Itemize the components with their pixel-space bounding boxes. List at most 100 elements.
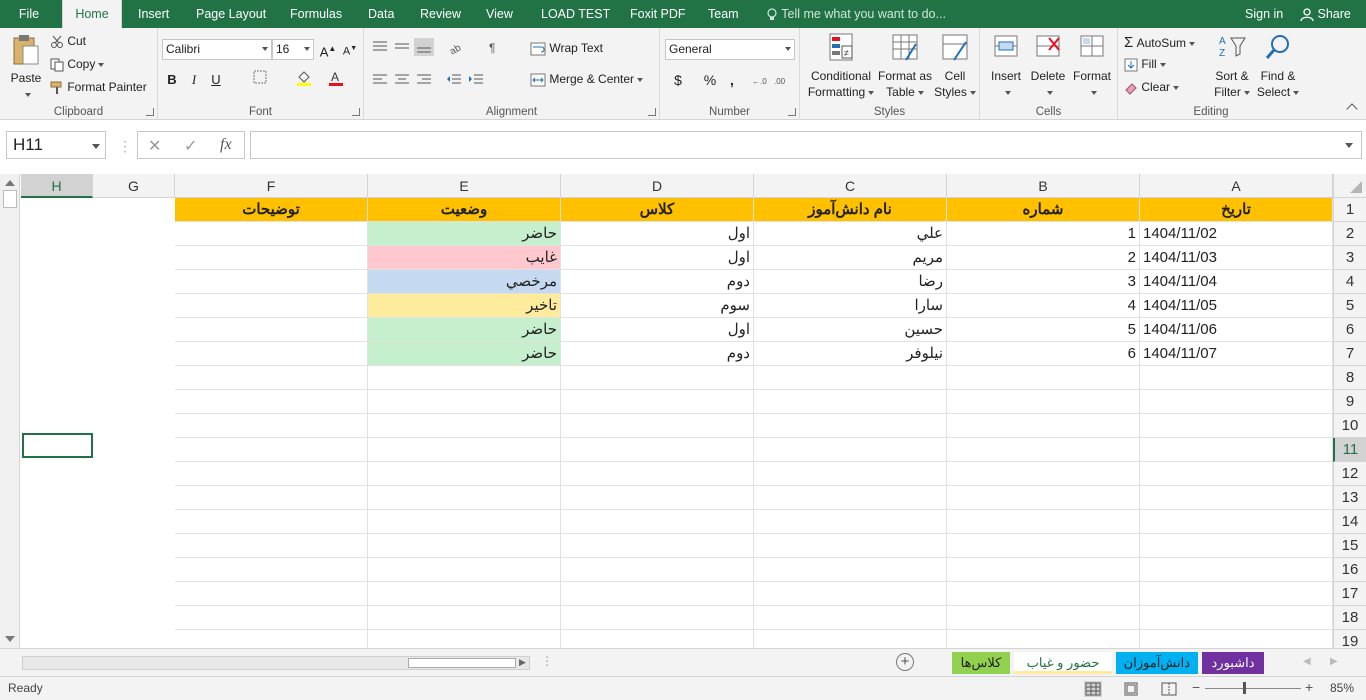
column-header-b[interactable]: B [947,174,1140,198]
decrease-decimal-icon[interactable]: .00 [774,74,792,86]
cancel-icon[interactable]: ✕ [148,136,161,156]
copy-button[interactable]: Copy [50,57,105,72]
scroll-down-icon[interactable] [5,636,15,642]
row-header[interactable]: 2 [1333,222,1366,246]
sheet-tab-dashboard[interactable]: داشبورد [1202,652,1264,674]
tab-foxit-pdf[interactable]: Foxit PDF [630,0,686,28]
increase-indent-icon[interactable] [468,73,484,87]
borders-button[interactable] [250,70,270,90]
row-header[interactable]: 12 [1333,462,1366,486]
tab-page-layout[interactable]: Page Layout [196,0,266,28]
font-size-combo[interactable]: 16 [272,39,314,60]
header-cell-notes[interactable]: توضیحات [175,198,368,222]
find-select-button[interactable]: Find & Select [1256,32,1300,100]
date-cell[interactable]: 1404/11/06 [1140,318,1333,342]
class-cell[interactable]: اول [561,222,754,246]
add-sheet-icon[interactable]: + [896,653,914,671]
font-launcher-icon[interactable] [352,108,360,116]
class-cell[interactable]: دوم [561,342,754,366]
status-cell[interactable]: حاضر [368,318,561,342]
column-header-g[interactable]: G [93,174,175,198]
increase-decimal-icon[interactable]: ←.0 [752,74,770,86]
class-cell[interactable]: اول [561,246,754,270]
merge-center-button[interactable]: Merge & Center [530,72,644,87]
date-cell[interactable]: 1404/11/02 [1140,222,1333,246]
zoom-in-icon[interactable]: + [1305,679,1313,695]
tab-file[interactable]: File [0,0,58,28]
date-cell[interactable]: 1404/11/07 [1140,342,1333,366]
sheet-tab-classes[interactable]: کلاس‌ها [952,652,1010,674]
date-cell[interactable]: 1404/11/05 [1140,294,1333,318]
align-center-icon[interactable] [394,73,410,87]
row-header[interactable]: 9 [1333,390,1366,414]
align-left-icon[interactable] [372,73,388,87]
orientation-icon[interactable]: ab [448,40,468,54]
column-header-h[interactable]: H [21,174,93,198]
row-header[interactable]: 17 [1333,582,1366,606]
row-header[interactable]: 16 [1333,558,1366,582]
tell-me-search[interactable]: Tell me what you want to do... [766,0,946,29]
expand-formula-icon[interactable] [1345,143,1353,148]
date-cell[interactable]: 1404/11/04 [1140,270,1333,294]
row-header[interactable]: 18 [1333,606,1366,630]
font-name-combo[interactable]: Calibri [162,39,272,60]
percent-button[interactable]: % [700,70,720,90]
row-header[interactable]: 8 [1333,366,1366,390]
row-header[interactable]: 6 [1333,318,1366,342]
page-break-view-icon[interactable] [1160,681,1178,697]
grow-font-button[interactable]: A▲ [318,39,338,59]
class-cell[interactable]: اول [561,318,754,342]
prev-sheet-icon[interactable]: ◀ [1303,656,1311,667]
format-as-table-button[interactable]: Format as Table [876,32,934,100]
name-cell[interactable]: حسين [754,318,947,342]
header-cell-date[interactable]: تاریخ [1140,198,1333,222]
zoom-slider-thumb[interactable] [1243,682,1246,694]
name-cell[interactable]: نيلوفر [754,342,947,366]
sort-filter-button[interactable]: AZ Sort & Filter [1210,32,1254,100]
align-right-icon[interactable] [416,73,432,87]
row-header[interactable]: 14 [1333,510,1366,534]
tab-insert[interactable]: Insert [138,0,169,28]
number-cell[interactable]: 1 [947,222,1140,246]
formula-bar-splitter-icon[interactable]: ⋮ [118,138,132,155]
sheet-tab-attendance[interactable]: حضور و غیاب [1014,652,1112,674]
tab-review[interactable]: Review [420,0,461,28]
delete-cells-button[interactable]: Delete [1028,32,1068,100]
row-header[interactable]: 5 [1333,294,1366,318]
format-cells-button[interactable]: Format [1070,32,1114,100]
header-cell-number[interactable]: شماره [947,198,1140,222]
tab-splitter-icon[interactable]: ⋮ [541,654,553,668]
share-button[interactable]: Share [1300,0,1351,29]
cut-button[interactable]: Cut [50,34,86,49]
tab-load-test[interactable]: LOAD TEST [541,0,610,28]
tab-view[interactable]: View [486,0,513,28]
align-middle-icon[interactable] [394,40,410,54]
row-header[interactable]: 1 [1333,198,1366,222]
number-launcher-icon[interactable] [788,108,796,116]
row-header[interactable]: 4 [1333,270,1366,294]
next-sheet-icon[interactable]: ▶ [1330,656,1338,667]
number-cell[interactable]: 5 [947,318,1140,342]
active-cell-selection[interactable] [22,433,93,458]
align-bottom-icon[interactable] [414,38,434,56]
status-cell[interactable]: حاضر [368,342,561,366]
normal-view-icon[interactable] [1084,681,1102,697]
fill-color-button[interactable] [294,70,314,90]
horizontal-scrollbar[interactable] [22,656,530,670]
paste-button[interactable]: Paste [6,34,46,102]
number-cell[interactable]: 3 [947,270,1140,294]
row-header[interactable]: 19 [1333,630,1366,648]
date-cell[interactable]: 1404/11/03 [1140,246,1333,270]
clipboard-launcher-icon[interactable] [146,108,154,116]
column-header-c[interactable]: C [754,174,947,198]
formula-input[interactable] [250,131,1362,159]
insert-cells-button[interactable]: Insert [986,32,1026,100]
font-color-button[interactable]: A [326,70,346,90]
format-painter-button[interactable]: Format Painter [50,80,147,95]
tab-formulas[interactable]: Formulas [290,0,342,28]
align-top-icon[interactable] [372,40,388,54]
row-header[interactable]: 7 [1333,342,1366,366]
column-header-d[interactable]: D [561,174,754,198]
clear-button[interactable]: Clear [1124,80,1180,95]
sheet-tab-students[interactable]: دانش‌آموزان [1116,652,1198,674]
